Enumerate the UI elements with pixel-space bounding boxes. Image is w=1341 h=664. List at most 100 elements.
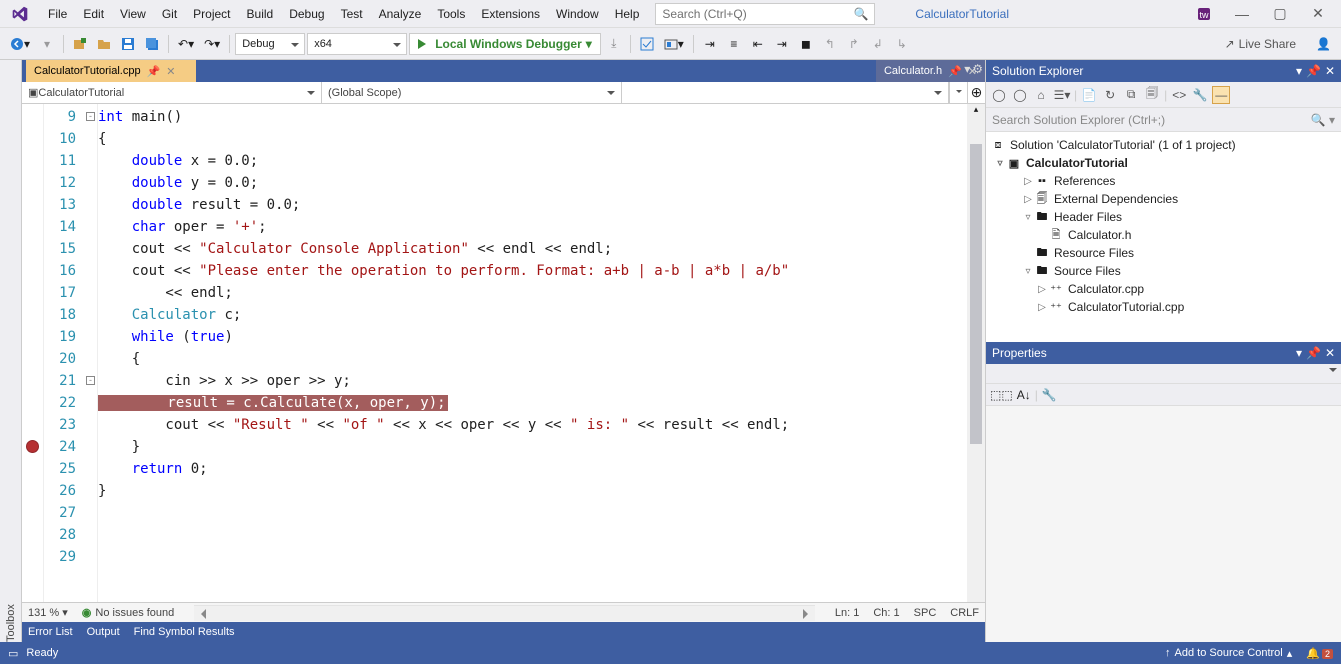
- solution-tree[interactable]: ⧈Solution 'CalculatorTutorial' (1 of 1 p…: [986, 132, 1341, 342]
- tree-item[interactable]: ▷▪▪References: [986, 172, 1341, 190]
- redo-icon[interactable]: ↷▾: [200, 33, 224, 55]
- se-search-box[interactable]: Search Solution Explorer (Ctrl+;)🔍 ▾: [986, 108, 1341, 132]
- ico-6[interactable]: ⇥: [771, 33, 793, 55]
- menu-project[interactable]: Project: [185, 3, 238, 25]
- config-combo[interactable]: Debug: [235, 33, 305, 55]
- se-refresh-icon[interactable]: ↻: [1101, 86, 1119, 104]
- tree-item[interactable]: ▷⁺⁺Calculator.cpp: [986, 280, 1341, 298]
- se-showall-icon[interactable]: 🗐: [1143, 86, 1161, 104]
- vertical-scrollbar[interactable]: ▴: [967, 104, 985, 602]
- menu-tools[interactable]: Tools: [429, 3, 473, 25]
- se-fwd-icon[interactable]: ◯: [1011, 86, 1029, 104]
- se-code-icon[interactable]: <>: [1170, 86, 1188, 104]
- tab-gear-icon[interactable]: ⚙: [972, 62, 983, 76]
- tree-project[interactable]: ▿▣CalculatorTutorial: [986, 154, 1341, 172]
- menu-file[interactable]: File: [40, 3, 75, 25]
- ico-7[interactable]: ↰: [819, 33, 841, 55]
- pin-icon[interactable]: 📌: [147, 65, 161, 78]
- source-control-button[interactable]: ↑ Add to Source Control ▴: [1165, 647, 1292, 660]
- se-collapse-icon[interactable]: ⧉: [1122, 86, 1140, 104]
- menu-analyze[interactable]: Analyze: [371, 3, 430, 25]
- prop-wrench-icon[interactable]: 🔧: [1042, 388, 1057, 402]
- properties-header[interactable]: Properties▾📌✕: [986, 342, 1341, 364]
- horizontal-scrollbar[interactable]: [194, 605, 815, 621]
- expand-icon[interactable]: ⊕: [967, 82, 985, 103]
- fold-toggle-icon[interactable]: -: [86, 376, 95, 385]
- indent-indicator[interactable]: SPC: [914, 607, 937, 619]
- menu-test[interactable]: Test: [333, 3, 371, 25]
- maximize-button[interactable]: ▢: [1271, 5, 1289, 23]
- tab-dropdown-icon[interactable]: ▾: [964, 62, 970, 76]
- notifications-button[interactable]: 🔔2: [1306, 647, 1333, 660]
- se-sync-icon[interactable]: 📄: [1080, 86, 1098, 104]
- nav-member-combo[interactable]: [622, 82, 949, 103]
- close-tab-icon[interactable]: ✕: [166, 65, 175, 78]
- line-indicator[interactable]: Ln: 1: [835, 607, 859, 619]
- se-preview-icon[interactable]: —: [1212, 86, 1230, 104]
- split-view-icon[interactable]: [949, 82, 967, 103]
- menu-view[interactable]: View: [112, 3, 154, 25]
- menu-build[interactable]: Build: [239, 3, 282, 25]
- se-prop-icon[interactable]: 🔧: [1191, 86, 1209, 104]
- start-debug-button[interactable]: Local Windows Debugger ▾: [409, 33, 601, 55]
- fold-toggle-icon[interactable]: -: [86, 112, 95, 121]
- bottom-tab[interactable]: Output: [87, 626, 120, 638]
- code-editor[interactable]: 9101112131415161718192021222324252627282…: [22, 104, 985, 602]
- ico-9[interactable]: ↲: [867, 33, 889, 55]
- ico-4[interactable]: ≡: [723, 33, 745, 55]
- solution-explorer-header[interactable]: Solution Explorer▾📌✕: [986, 60, 1341, 82]
- menu-window[interactable]: Window: [548, 3, 607, 25]
- ico-1[interactable]: [636, 33, 658, 55]
- menu-git[interactable]: Git: [154, 3, 185, 25]
- tree-item[interactable]: ▿🖿Source Files: [986, 262, 1341, 280]
- account-icon[interactable]: tw: [1195, 5, 1213, 23]
- eol-indicator[interactable]: CRLF: [950, 607, 979, 619]
- breakpoint-gutter[interactable]: [22, 104, 44, 602]
- se-menu-icon[interactable]: ▾: [1296, 64, 1302, 78]
- se-back-icon[interactable]: ◯: [990, 86, 1008, 104]
- tree-item[interactable]: ▷🗐External Dependencies: [986, 190, 1341, 208]
- live-share-button[interactable]: ↗ Live Share: [1217, 37, 1304, 51]
- zoom-level[interactable]: 131 % ▾: [28, 606, 68, 619]
- undo-icon[interactable]: ↶▾: [174, 33, 198, 55]
- toolbox-sidebar-tab[interactable]: Toolbox: [0, 60, 22, 642]
- se-close-icon[interactable]: ✕: [1325, 64, 1335, 78]
- code-content[interactable]: int main(){ double x = 0.0; double y = 0…: [98, 104, 967, 602]
- tree-item[interactable]: 🗎Calculator.h: [986, 226, 1341, 244]
- issues-status[interactable]: ◉No issues found: [82, 606, 175, 619]
- window-icon[interactable]: ▭: [8, 647, 18, 660]
- bookmark-icon[interactable]: ◼: [795, 33, 817, 55]
- menu-edit[interactable]: Edit: [75, 3, 112, 25]
- save-all-icon[interactable]: [141, 33, 163, 55]
- prop-selector[interactable]: [986, 364, 1341, 384]
- user-icon[interactable]: 👤: [1312, 33, 1335, 55]
- tree-solution-root[interactable]: ⧈Solution 'CalculatorTutorial' (1 of 1 p…: [986, 136, 1341, 154]
- prop-az-icon[interactable]: A↓: [1017, 388, 1031, 402]
- nav-back-button[interactable]: ▾: [6, 33, 34, 55]
- ico-5[interactable]: ⇤: [747, 33, 769, 55]
- new-project-icon[interactable]: [69, 33, 91, 55]
- ico-10[interactable]: ↳: [891, 33, 913, 55]
- tree-item[interactable]: ▿🖿Header Files: [986, 208, 1341, 226]
- nav-fwd-button[interactable]: ▾: [36, 33, 58, 55]
- bottom-tab[interactable]: Error List: [28, 626, 73, 638]
- col-indicator[interactable]: Ch: 1: [873, 607, 899, 619]
- se-pin-icon[interactable]: 📌: [1306, 64, 1321, 78]
- minimize-button[interactable]: —: [1233, 5, 1251, 23]
- nav-scope-combo[interactable]: (Global Scope): [322, 82, 622, 103]
- platform-combo[interactable]: x64: [307, 33, 407, 55]
- ico-2[interactable]: ▾: [660, 33, 688, 55]
- open-file-icon[interactable]: [93, 33, 115, 55]
- se-switch-icon[interactable]: ☰▾: [1053, 86, 1071, 104]
- breakpoint-icon[interactable]: [26, 440, 39, 453]
- step-icon[interactable]: ⤓: [603, 33, 625, 55]
- search-box[interactable]: Search (Ctrl+Q)🔍: [655, 3, 875, 25]
- ico-8[interactable]: ↱: [843, 33, 865, 55]
- nav-project-combo[interactable]: ▣ CalculatorTutorial: [22, 82, 322, 103]
- bottom-tab[interactable]: Find Symbol Results: [134, 626, 235, 638]
- tree-item[interactable]: ▷⁺⁺CalculatorTutorial.cpp: [986, 298, 1341, 316]
- menu-debug[interactable]: Debug: [281, 3, 332, 25]
- tree-item[interactable]: 🖿Resource Files: [986, 244, 1341, 262]
- prop-cat-icon[interactable]: ⬚⬚: [990, 388, 1013, 402]
- menu-help[interactable]: Help: [607, 3, 648, 25]
